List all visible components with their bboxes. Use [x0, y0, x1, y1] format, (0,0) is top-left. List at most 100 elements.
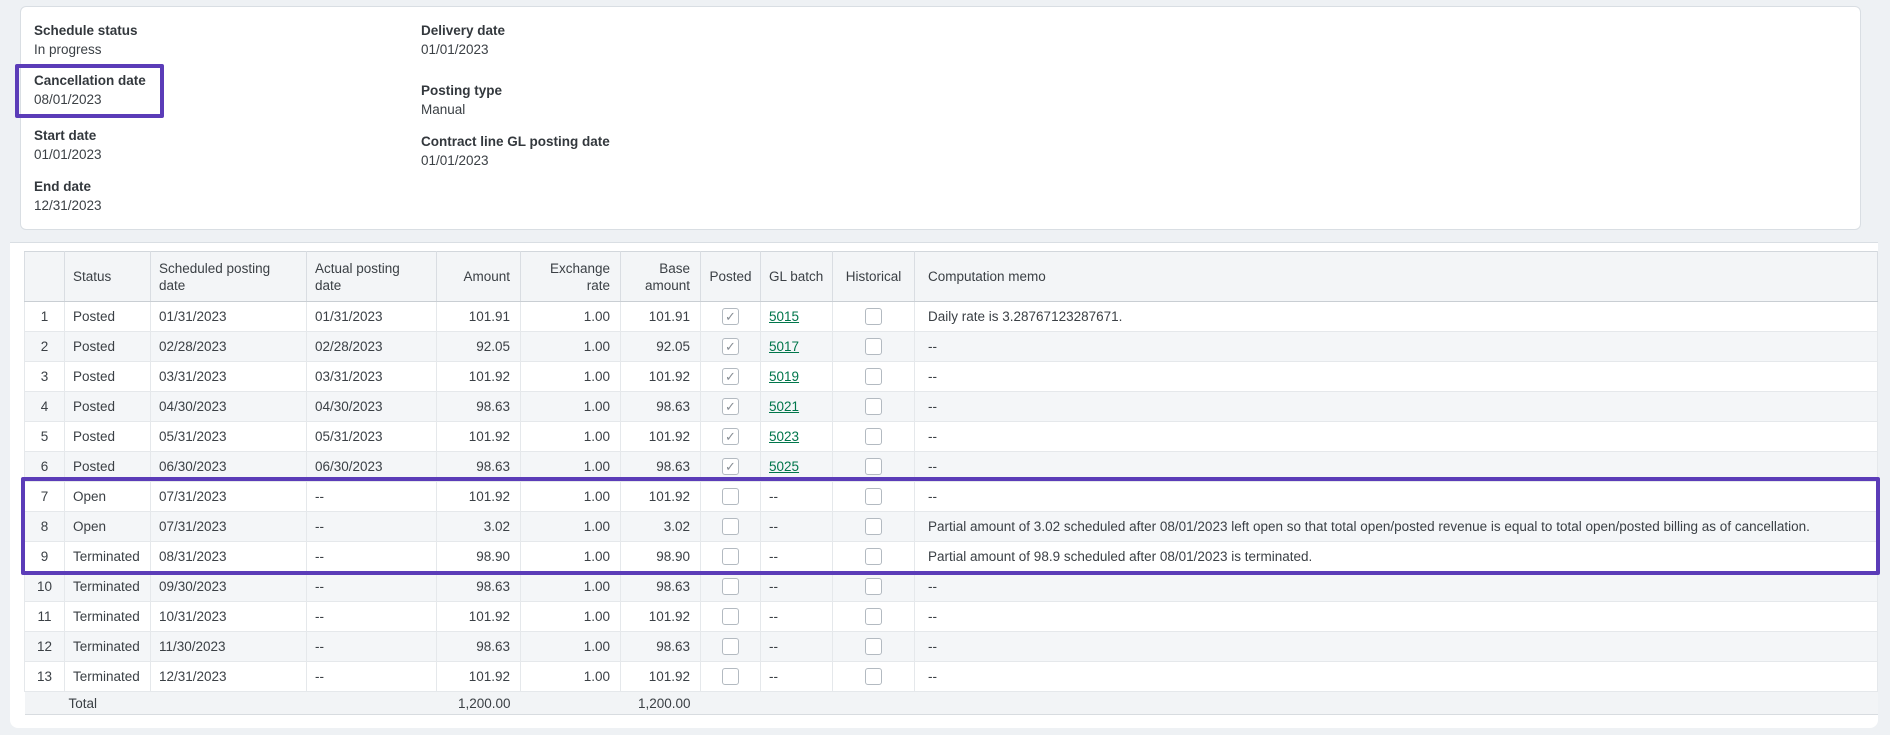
- amount-cell: 101.92: [437, 482, 521, 512]
- computation-memo-cell: --: [915, 602, 1878, 632]
- actual-cell: --: [307, 512, 437, 542]
- posted-cell: [701, 572, 761, 602]
- amount-cell: 3.02: [437, 512, 521, 542]
- amount-cell: 92.05: [437, 332, 521, 362]
- gl-batch-link[interactable]: 5025: [769, 459, 799, 474]
- historical-checkbox[interactable]: [865, 578, 882, 595]
- table-row: 3Posted03/31/202303/31/2023101.921.00101…: [25, 362, 1878, 392]
- gl-batch-cell: --: [761, 512, 833, 542]
- amount-cell: 101.91: [437, 302, 521, 332]
- col-header-gl-batch: GL batch: [761, 252, 833, 302]
- exchange_rate-cell: 1.00: [521, 452, 621, 482]
- total-amount: 1,200.00: [437, 692, 521, 715]
- actual-cell: --: [307, 542, 437, 572]
- total-blank-cell: [521, 692, 621, 715]
- posted-cell: ✓: [701, 452, 761, 482]
- posted-checkbox-checked[interactable]: ✓: [722, 338, 739, 355]
- historical-checkbox[interactable]: [865, 548, 882, 565]
- posted-checkbox[interactable]: [722, 548, 739, 565]
- historical-checkbox[interactable]: [865, 608, 882, 625]
- row-number-cell: 11: [25, 602, 65, 632]
- scheduled-cell: 07/31/2023: [151, 512, 307, 542]
- base_amount-cell: 98.63: [621, 452, 701, 482]
- posted-checkbox[interactable]: [722, 668, 739, 685]
- amount-cell: 101.92: [437, 422, 521, 452]
- row-number-cell: 13: [25, 662, 65, 692]
- posted-checkbox[interactable]: [722, 488, 739, 505]
- gl-batch-link[interactable]: 5019: [769, 369, 799, 384]
- cancellation-highlight-box: Cancellation date 08/01/2023: [15, 64, 164, 118]
- col-header-base-amount: Base amount: [621, 252, 701, 302]
- scheduled-cell: 08/31/2023: [151, 542, 307, 572]
- gl-batch-link[interactable]: 5015: [769, 309, 799, 324]
- table-row: 5Posted05/31/202305/31/2023101.921.00101…: [25, 422, 1878, 452]
- posted-checkbox[interactable]: [722, 638, 739, 655]
- details-column-1: Schedule status In progress Cancellation…: [34, 23, 164, 230]
- col-header-row-number: [25, 252, 65, 302]
- field-schedule-status: Schedule status In progress: [34, 23, 164, 58]
- posted-cell: ✓: [701, 422, 761, 452]
- actual-cell: --: [307, 662, 437, 692]
- status-cell: Posted: [65, 332, 151, 362]
- field-value: In progress: [34, 42, 164, 58]
- field-value: 01/01/2023: [34, 147, 164, 163]
- table-row: 13Terminated12/31/2023--101.921.00101.92…: [25, 662, 1878, 692]
- historical-cell: [833, 452, 915, 482]
- col-header-posted: Posted: [701, 252, 761, 302]
- posted-checkbox-checked[interactable]: ✓: [722, 368, 739, 385]
- schedule-details-card: Schedule status In progress Cancellation…: [20, 6, 1861, 230]
- historical-cell: [833, 572, 915, 602]
- base_amount-cell: 98.63: [621, 392, 701, 422]
- historical-checkbox[interactable]: [865, 368, 882, 385]
- gl-batch-link[interactable]: 5023: [769, 429, 799, 444]
- base_amount-cell: 98.63: [621, 572, 701, 602]
- base_amount-cell: 101.92: [621, 422, 701, 452]
- historical-checkbox[interactable]: [865, 638, 882, 655]
- amount-cell: 98.63: [437, 632, 521, 662]
- posted-checkbox[interactable]: [722, 608, 739, 625]
- base_amount-cell: 98.90: [621, 542, 701, 572]
- historical-checkbox[interactable]: [865, 458, 882, 475]
- posted-checkbox[interactable]: [722, 578, 739, 595]
- field-value: 12/31/2023: [34, 198, 164, 214]
- field-label: Posting type: [421, 83, 610, 99]
- historical-cell: [833, 332, 915, 362]
- total-label: Total: [25, 692, 151, 715]
- computation-memo-cell: --: [915, 452, 1878, 482]
- posted-cell: [701, 512, 761, 542]
- historical-checkbox[interactable]: [865, 518, 882, 535]
- gl-batch-cell: --: [761, 662, 833, 692]
- actual-cell: 01/31/2023: [307, 302, 437, 332]
- table-row: 1Posted01/31/202301/31/2023101.911.00101…: [25, 302, 1878, 332]
- posted-checkbox-checked[interactable]: ✓: [722, 458, 739, 475]
- status-cell: Posted: [65, 392, 151, 422]
- historical-checkbox[interactable]: [865, 488, 882, 505]
- row-number-cell: 2: [25, 332, 65, 362]
- page: Schedule status In progress Cancellation…: [0, 0, 1890, 735]
- posted-checkbox-checked[interactable]: ✓: [722, 398, 739, 415]
- gl-batch-link[interactable]: 5017: [769, 339, 799, 354]
- historical-checkbox[interactable]: [865, 668, 882, 685]
- base_amount-cell: 101.92: [621, 362, 701, 392]
- posted-checkbox[interactable]: [722, 518, 739, 535]
- gl-batch-link[interactable]: 5021: [769, 399, 799, 414]
- historical-checkbox[interactable]: [865, 398, 882, 415]
- exchange_rate-cell: 1.00: [521, 572, 621, 602]
- amount-cell: 101.92: [437, 662, 521, 692]
- field-label: Contract line GL posting date: [421, 134, 610, 150]
- posted-cell: ✓: [701, 362, 761, 392]
- field-start-date: Start date 01/01/2023: [34, 128, 164, 163]
- historical-cell: [833, 302, 915, 332]
- posted-checkbox-checked[interactable]: ✓: [722, 428, 739, 445]
- historical-checkbox[interactable]: [865, 338, 882, 355]
- gl-batch-cell: --: [761, 482, 833, 512]
- historical-cell: [833, 542, 915, 572]
- historical-checkbox[interactable]: [865, 308, 882, 325]
- gl-batch-cell: 5017: [761, 332, 833, 362]
- table-body: 1Posted01/31/202301/31/2023101.911.00101…: [25, 302, 1878, 715]
- table-row: 11Terminated10/31/2023--101.921.00101.92…: [25, 602, 1878, 632]
- posted-checkbox-checked[interactable]: ✓: [722, 308, 739, 325]
- historical-checkbox[interactable]: [865, 428, 882, 445]
- scheduled-cell: 11/30/2023: [151, 632, 307, 662]
- col-header-scheduled-posting-date: Scheduled posting date: [151, 252, 307, 302]
